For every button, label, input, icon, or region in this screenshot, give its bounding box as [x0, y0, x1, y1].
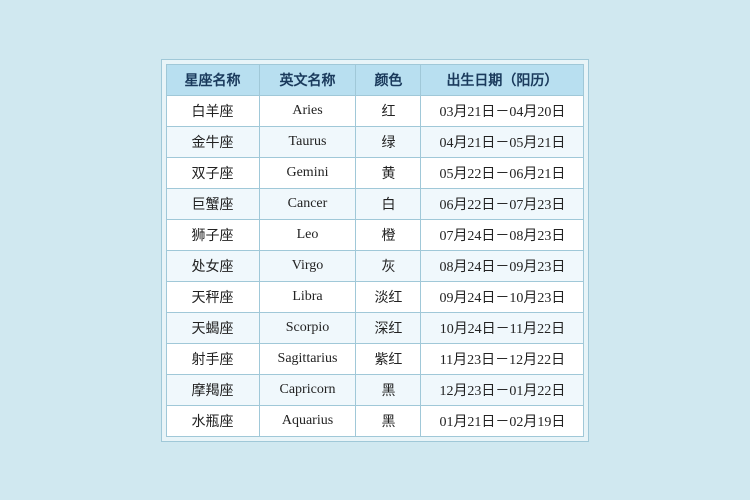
cell-english-name: Scorpio: [259, 312, 356, 343]
table-row: 金牛座Taurus绿04月21日－05月21日: [166, 126, 584, 157]
cell-dates: 11月23日－12月22日: [421, 343, 584, 374]
cell-color: 绿: [356, 126, 421, 157]
cell-color: 橙: [356, 219, 421, 250]
cell-chinese-name: 水瓶座: [166, 405, 259, 436]
cell-dates: 03月21日－04月20日: [421, 95, 584, 126]
table-row: 狮子座Leo橙07月24日－08月23日: [166, 219, 584, 250]
cell-dates: 08月24日－09月23日: [421, 250, 584, 281]
cell-dates: 05月22日－06月21日: [421, 157, 584, 188]
cell-dates: 04月21日－05月21日: [421, 126, 584, 157]
cell-color: 深红: [356, 312, 421, 343]
cell-color: 红: [356, 95, 421, 126]
cell-chinese-name: 天蝎座: [166, 312, 259, 343]
cell-dates: 10月24日－11月22日: [421, 312, 584, 343]
cell-color: 白: [356, 188, 421, 219]
cell-color: 灰: [356, 250, 421, 281]
cell-english-name: Libra: [259, 281, 356, 312]
cell-english-name: Aquarius: [259, 405, 356, 436]
cell-dates: 12月23日－01月22日: [421, 374, 584, 405]
cell-color: 黄: [356, 157, 421, 188]
cell-english-name: Aries: [259, 95, 356, 126]
cell-chinese-name: 摩羯座: [166, 374, 259, 405]
cell-english-name: Leo: [259, 219, 356, 250]
header-color: 颜色: [356, 64, 421, 95]
zodiac-table: 星座名称 英文名称 颜色 出生日期（阳历） 白羊座Aries红03月21日－04…: [166, 64, 585, 437]
cell-chinese-name: 巨蟹座: [166, 188, 259, 219]
header-dates: 出生日期（阳历）: [421, 64, 584, 95]
zodiac-table-container: 星座名称 英文名称 颜色 出生日期（阳历） 白羊座Aries红03月21日－04…: [161, 59, 590, 442]
cell-dates: 06月22日－07月23日: [421, 188, 584, 219]
cell-dates: 07月24日－08月23日: [421, 219, 584, 250]
cell-english-name: Virgo: [259, 250, 356, 281]
cell-dates: 09月24日－10月23日: [421, 281, 584, 312]
table-row: 处女座Virgo灰08月24日－09月23日: [166, 250, 584, 281]
table-row: 射手座Sagittarius紫红11月23日－12月22日: [166, 343, 584, 374]
cell-chinese-name: 金牛座: [166, 126, 259, 157]
table-row: 天秤座Libra淡红09月24日－10月23日: [166, 281, 584, 312]
cell-chinese-name: 白羊座: [166, 95, 259, 126]
table-row: 巨蟹座Cancer白06月22日－07月23日: [166, 188, 584, 219]
table-header-row: 星座名称 英文名称 颜色 出生日期（阳历）: [166, 64, 584, 95]
cell-color: 黑: [356, 405, 421, 436]
table-row: 摩羯座Capricorn黑12月23日－01月22日: [166, 374, 584, 405]
cell-color: 淡红: [356, 281, 421, 312]
cell-chinese-name: 天秤座: [166, 281, 259, 312]
cell-chinese-name: 射手座: [166, 343, 259, 374]
table-row: 水瓶座Aquarius黑01月21日－02月19日: [166, 405, 584, 436]
header-english-name: 英文名称: [259, 64, 356, 95]
cell-dates: 01月21日－02月19日: [421, 405, 584, 436]
cell-chinese-name: 处女座: [166, 250, 259, 281]
cell-color: 紫红: [356, 343, 421, 374]
table-row: 天蝎座Scorpio深红10月24日－11月22日: [166, 312, 584, 343]
cell-english-name: Gemini: [259, 157, 356, 188]
cell-english-name: Capricorn: [259, 374, 356, 405]
header-chinese-name: 星座名称: [166, 64, 259, 95]
table-row: 白羊座Aries红03月21日－04月20日: [166, 95, 584, 126]
cell-english-name: Sagittarius: [259, 343, 356, 374]
cell-color: 黑: [356, 374, 421, 405]
cell-english-name: Taurus: [259, 126, 356, 157]
cell-chinese-name: 双子座: [166, 157, 259, 188]
cell-english-name: Cancer: [259, 188, 356, 219]
cell-chinese-name: 狮子座: [166, 219, 259, 250]
table-row: 双子座Gemini黄05月22日－06月21日: [166, 157, 584, 188]
table-body: 白羊座Aries红03月21日－04月20日金牛座Taurus绿04月21日－0…: [166, 95, 584, 436]
